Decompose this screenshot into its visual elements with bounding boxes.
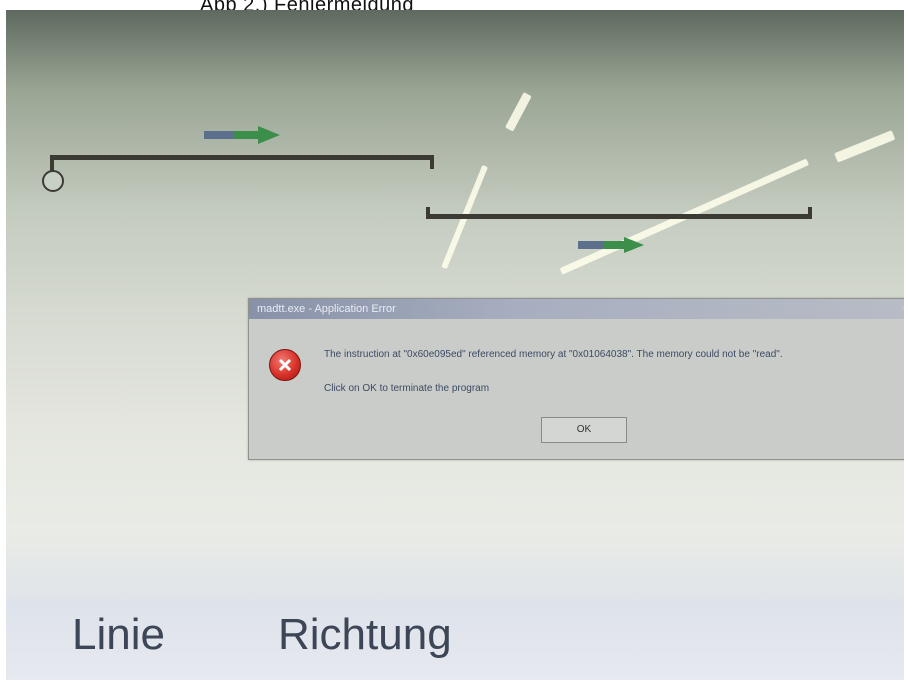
glare-streak bbox=[505, 92, 532, 132]
direction-arrow-icon bbox=[578, 237, 644, 253]
ok-button[interactable]: OK bbox=[541, 417, 627, 443]
glare-streak bbox=[834, 130, 896, 163]
direction-arrow-icon bbox=[204, 126, 280, 144]
dialog-title-bar: madtt.exe - Application Error × bbox=[249, 299, 904, 319]
error-message: The instruction at "0x60e095ed" referenc… bbox=[324, 349, 783, 360]
label-linie: Linie bbox=[72, 610, 165, 659]
error-x-icon bbox=[278, 358, 292, 372]
line-start-circle bbox=[42, 170, 64, 192]
label-bar: Linie Richtung bbox=[6, 600, 904, 680]
line-segment-lower bbox=[426, 214, 812, 219]
line-lower-right-tick bbox=[808, 207, 812, 219]
line-segment-upper bbox=[50, 155, 434, 160]
error-dialog: madtt.exe - Application Error × The inst… bbox=[248, 298, 904, 460]
label-richtung: Richtung bbox=[278, 610, 452, 659]
line-upper-right-tick bbox=[430, 155, 434, 169]
screen-photo: madtt.exe - Application Error × The inst… bbox=[6, 10, 904, 680]
dialog-title: madtt.exe - Application Error bbox=[257, 303, 396, 315]
close-icon[interactable]: × bbox=[901, 299, 904, 319]
error-icon bbox=[269, 349, 301, 381]
error-instruction: Click on OK to terminate the program bbox=[324, 383, 490, 394]
line-lower-left-tick bbox=[426, 207, 430, 219]
